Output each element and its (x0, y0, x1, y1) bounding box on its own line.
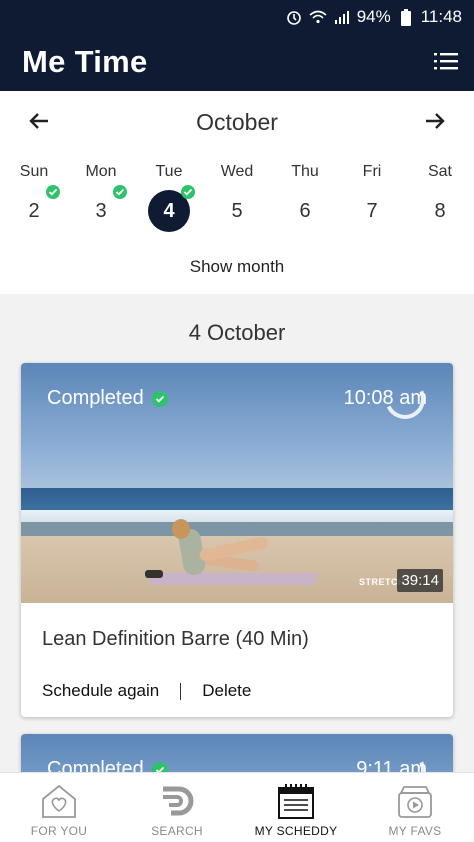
completed-check-icon (46, 185, 60, 199)
status-label: Completed (47, 387, 144, 409)
workout-title[interactable]: Lean Definition Barre (40 Min) (21, 603, 453, 665)
divider (180, 682, 182, 700)
week-calendar: October Sun 2 Mon 3 Tue 4 Wed 5 Thu 6 Fr… (0, 91, 474, 294)
battery-icon (397, 8, 415, 26)
day-mon[interactable]: Mon 3 (71, 163, 131, 222)
workout-card: Completed 10:08 am STRETCH 39:14 Lean De… (21, 363, 453, 717)
completed-check-icon (113, 185, 127, 199)
day-sat[interactable]: Sat 8 (410, 163, 470, 222)
day-number: 5 (231, 200, 243, 222)
card-actions: Schedule again Delete (21, 665, 453, 717)
signal-icon (333, 8, 351, 26)
schedule-again-button[interactable]: Schedule again (42, 681, 159, 701)
completed-time: 9:11 am (356, 758, 427, 772)
wifi-icon (309, 8, 327, 26)
day-wed[interactable]: Wed 5 (207, 163, 267, 222)
day-sun[interactable]: Sun 2 (4, 163, 64, 222)
list-icon (434, 53, 458, 70)
day-name: Sat (427, 163, 452, 180)
tab-label: SEARCH (151, 824, 203, 838)
bottom-navigation: FOR YOU SEARCH MY SCHEDDY MY FAVS (0, 772, 474, 842)
play-favorites-icon (398, 786, 432, 818)
workout-card: Completed 9:11 am (21, 734, 453, 772)
status-bar: 94% 11:48 (285, 6, 462, 28)
completed-status: Completed (47, 758, 168, 772)
check-circle-icon (151, 390, 168, 407)
heart-house-icon (42, 784, 76, 818)
completed-time: 10:08 am (343, 387, 427, 409)
clock: 11:48 (420, 7, 462, 26)
video-duration: 39:14 (397, 569, 443, 592)
tab-label: MY FAVS (388, 824, 442, 838)
day-name: Tue (155, 163, 183, 180)
day-name: Sun (19, 163, 49, 180)
tab-my-favs[interactable]: MY FAVS (356, 773, 474, 842)
day-tue[interactable]: Tue 4 (139, 163, 199, 232)
completed-check-icon (181, 185, 195, 199)
date-header: 4 October (188, 320, 286, 345)
day-name: Wed (220, 163, 254, 180)
day-name: Fri (362, 163, 382, 180)
day-number: 7 (366, 200, 378, 222)
tab-for-you[interactable]: FOR YOU (0, 773, 118, 842)
month-label: October (196, 109, 278, 135)
tab-label: FOR YOU (30, 824, 88, 838)
tab-label: MY SCHEDDY (254, 824, 338, 838)
schedule-list: 4 October Completed 10:08 am STRETCH 39:… (0, 294, 474, 772)
list-menu-button[interactable] (434, 50, 458, 72)
day-fri[interactable]: Fri 7 (342, 163, 402, 222)
day-thu[interactable]: Thu 6 (275, 163, 335, 222)
status-label: Completed (47, 758, 144, 772)
day-name: Mon (85, 163, 117, 180)
completed-status: Completed (47, 387, 168, 410)
alarm-icon (285, 8, 303, 26)
check-circle-icon (151, 761, 168, 772)
next-month-button[interactable] (423, 109, 447, 133)
delete-button[interactable]: Delete (202, 681, 251, 701)
show-month-link[interactable]: Show month (0, 257, 474, 277)
search-logo-icon (163, 786, 194, 816)
day-name: Thu (291, 163, 319, 180)
workout-thumbnail[interactable]: Completed 10:08 am STRETCH 39:14 (21, 363, 453, 603)
day-number: 8 (434, 200, 446, 222)
day-number: 6 (299, 200, 311, 222)
tab-my-scheddy[interactable]: MY SCHEDDY (237, 773, 355, 842)
page-title: Me Time (22, 44, 148, 79)
app-header: 94% 11:48 Me Time (0, 0, 474, 91)
battery-level: 94% (356, 7, 391, 26)
tab-search[interactable]: SEARCH (118, 773, 236, 842)
workout-thumbnail[interactable]: Completed 9:11 am (21, 734, 453, 772)
arrow-right-icon (426, 113, 445, 129)
calendar-icon (278, 784, 314, 819)
